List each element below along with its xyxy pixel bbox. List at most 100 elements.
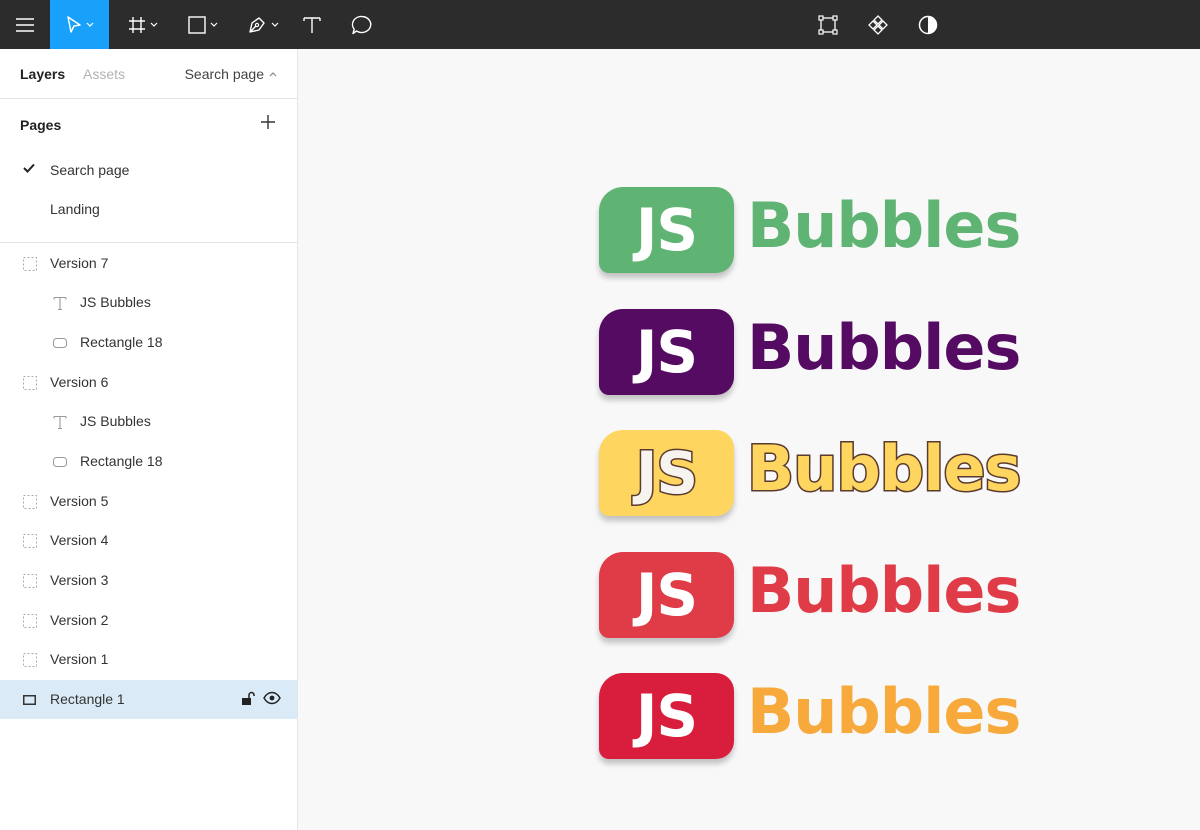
logo-badge: JS (599, 187, 734, 273)
layer-version-1[interactable]: Version 1 (0, 640, 297, 679)
pen-tool-button[interactable] (238, 0, 288, 49)
chevron-down-icon (86, 22, 93, 27)
rectangle-icon (188, 15, 206, 34)
logo-version-6[interactable]: JS Bubbles (599, 309, 1039, 397)
text-layer-icon (53, 296, 67, 310)
pen-icon (249, 16, 265, 33)
pages-title: Pages (20, 117, 62, 133)
layer-js-bubbles-text[interactable]: JS Bubbles (0, 402, 297, 441)
layer-js-bubbles-text[interactable]: JS Bubbles (0, 283, 297, 322)
layer-version-4[interactable]: Version 4 (0, 521, 297, 560)
unlock-icon[interactable] (241, 691, 255, 707)
layer-label: Version 5 (50, 493, 109, 509)
logo-word: Bubbles (747, 554, 1021, 627)
frame-layer-icon (23, 376, 37, 390)
rounded-rectangle-icon (53, 457, 67, 467)
pages-section: Pages Search page Landing (0, 99, 297, 243)
add-page-icon[interactable] (261, 115, 275, 129)
chevron-down-icon (210, 22, 218, 27)
components-icon (868, 14, 888, 35)
chevron-down-icon (271, 22, 279, 27)
layer-label: Rectangle 1 (50, 691, 125, 707)
layer-rectangle-1[interactable]: Rectangle 1 (0, 680, 297, 719)
rounded-rectangle-icon (53, 338, 67, 348)
logo-version-4[interactable]: JS Bubbles (599, 552, 1039, 640)
page-item-search-page[interactable]: Search page (0, 151, 297, 189)
logo-version-5[interactable]: JS Bubbles (599, 430, 1039, 518)
layers-panel: Layers Assets Search page Pages Search p… (0, 49, 298, 830)
comment-icon (351, 15, 372, 34)
panel-tabs: Layers Assets Search page (0, 49, 297, 99)
rectangle-layer-icon (23, 695, 36, 705)
shape-tool-button[interactable] (178, 0, 228, 49)
logo-badge: JS (599, 673, 734, 759)
logo-badge: JS (599, 552, 734, 638)
layer-label: Version 3 (50, 572, 109, 588)
comment-tool-button[interactable] (344, 0, 380, 49)
layer-label: Rectangle 18 (80, 453, 163, 469)
frame-layer-icon (23, 534, 37, 548)
logo-badge: JS (599, 430, 734, 516)
layer-version-3[interactable]: Version 3 (0, 561, 297, 600)
eye-icon[interactable] (263, 691, 281, 705)
layer-version-2[interactable]: Version 2 (0, 601, 297, 640)
page-item-label: Landing (50, 201, 100, 217)
layer-label: Version 4 (50, 532, 109, 548)
badge-text: JS (635, 561, 698, 629)
cursor-arrow-icon (66, 15, 81, 33)
chevron-down-icon (150, 22, 158, 27)
hamburger-icon (16, 17, 34, 32)
layer-label: JS Bubbles (80, 413, 151, 429)
layer-version-5[interactable]: Version 5 (0, 482, 297, 521)
chevron-up-icon (269, 71, 277, 76)
edit-object-button[interactable] (812, 0, 844, 49)
badge-text: JS (634, 438, 699, 509)
component-edit-icon (818, 14, 838, 35)
frame-layer-icon (23, 574, 37, 588)
text-layer-icon (53, 415, 67, 429)
badge-text: JS (635, 318, 698, 386)
layer-label: Version 2 (50, 612, 109, 628)
page-item-label: Search page (50, 162, 130, 178)
logo-word: Bubbles (747, 189, 1021, 262)
logo-version-3[interactable]: JS Bubbles (599, 673, 1039, 761)
logo-badge: JS (599, 309, 734, 395)
layer-version-7[interactable]: Version 7 (0, 244, 297, 283)
design-canvas[interactable]: JS Bubbles JS Bubbles JS Bubbles JS Bubb… (299, 49, 1200, 830)
badge-text: JS (635, 682, 698, 750)
text-tool-button[interactable] (296, 0, 328, 49)
layer-label: Version 6 (50, 374, 109, 390)
layer-rectangle-18[interactable]: Rectangle 18 (0, 442, 297, 481)
tab-assets[interactable]: Assets (83, 66, 125, 82)
frame-layer-icon (23, 495, 37, 509)
logo-version-7[interactable]: JS Bubbles (599, 187, 1039, 275)
move-tool-button[interactable] (50, 0, 109, 49)
contrast-button[interactable] (912, 0, 944, 49)
layer-actions (241, 691, 281, 707)
layer-label: JS Bubbles (80, 294, 151, 310)
main-menu-button[interactable] (0, 0, 50, 49)
components-button[interactable] (862, 0, 894, 49)
layer-label: Version 1 (50, 651, 109, 667)
toolbar (0, 0, 1200, 49)
logo-word: Bubbles (747, 675, 1021, 748)
page-item-landing[interactable]: Landing (0, 190, 297, 228)
contrast-icon (918, 15, 938, 34)
layer-version-6[interactable]: Version 6 (0, 363, 297, 402)
layer-label: Version 7 (50, 255, 109, 271)
frame-icon (129, 16, 145, 33)
frame-tool-button[interactable] (118, 0, 168, 49)
current-page-label: Search page (184, 66, 264, 82)
frame-layer-icon (23, 653, 37, 667)
layer-rectangle-18[interactable]: Rectangle 18 (0, 323, 297, 362)
badge-text: JS (635, 196, 698, 264)
checkmark-icon (23, 163, 35, 173)
logo-word: Bubbles (745, 431, 1022, 507)
frame-layer-icon (23, 257, 37, 271)
tab-layers[interactable]: Layers (20, 66, 65, 82)
layer-label: Rectangle 18 (80, 334, 163, 350)
frame-layer-icon (23, 614, 37, 628)
text-icon (303, 16, 321, 33)
logo-word: Bubbles (747, 311, 1021, 384)
page-selector[interactable]: Search page (185, 66, 277, 82)
